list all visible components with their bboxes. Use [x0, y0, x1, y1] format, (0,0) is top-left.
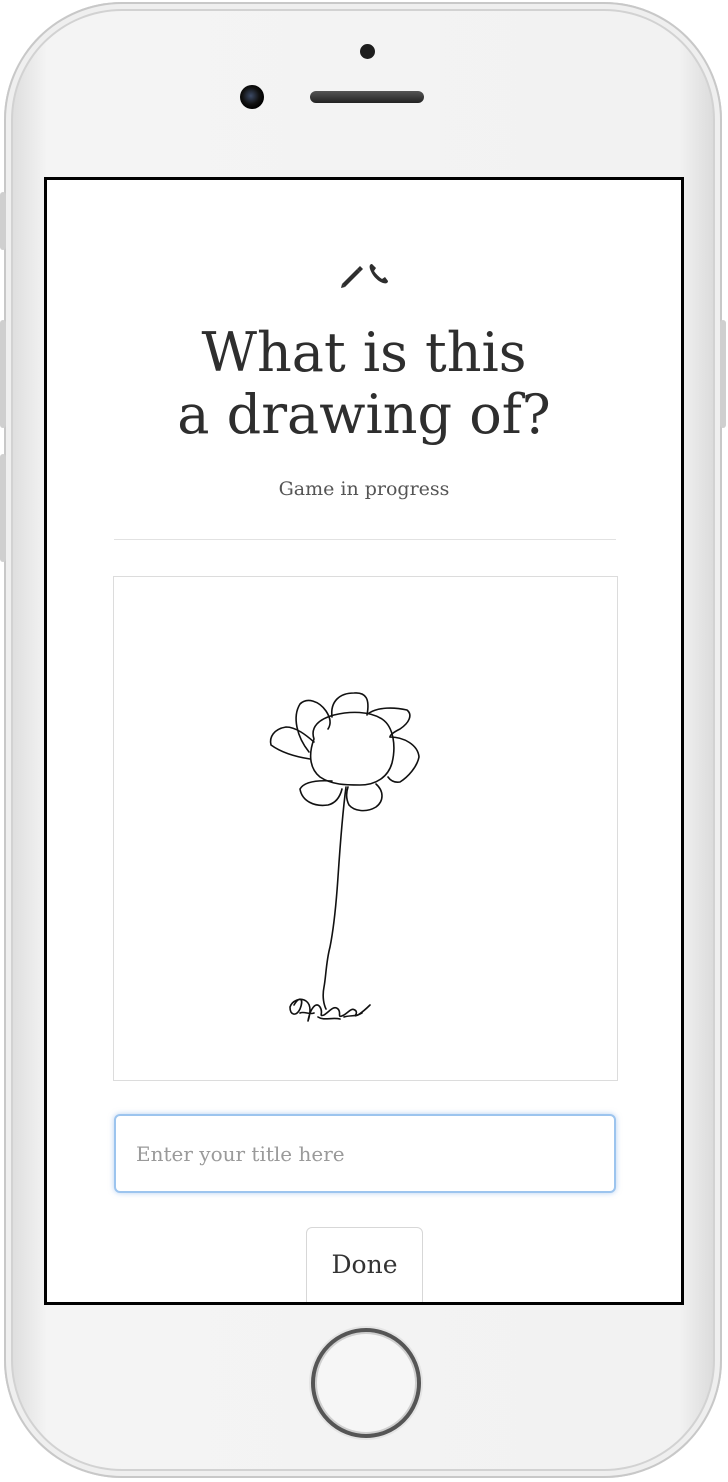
flower-drawing — [269, 692, 420, 1022]
app-screen: What is this a drawing of? Game in progre… — [44, 177, 684, 1305]
petal — [299, 779, 343, 807]
volume-down-button — [0, 454, 6, 562]
page-title: What is this a drawing of? — [177, 321, 551, 446]
done-button[interactable]: Done — [306, 1227, 423, 1302]
petal — [295, 699, 331, 753]
flower-center — [309, 711, 395, 786]
home-button[interactable] — [311, 1328, 421, 1438]
grass — [289, 998, 371, 1022]
guess-title-input[interactable] — [114, 1114, 616, 1193]
mute-switch — [0, 192, 6, 250]
pencil-and-phone-icon — [341, 264, 388, 288]
stem — [322, 786, 347, 1010]
proximity-sensor — [360, 44, 375, 59]
front-camera — [240, 85, 264, 109]
drawing-canvas — [113, 576, 618, 1081]
earpiece-speaker — [310, 91, 424, 103]
petal — [269, 726, 315, 760]
game-status: Game in progress — [278, 478, 450, 500]
petal — [368, 707, 411, 738]
petal — [345, 783, 383, 812]
power-button — [720, 320, 726, 428]
volume-up-button — [0, 320, 6, 428]
divider — [114, 539, 616, 540]
